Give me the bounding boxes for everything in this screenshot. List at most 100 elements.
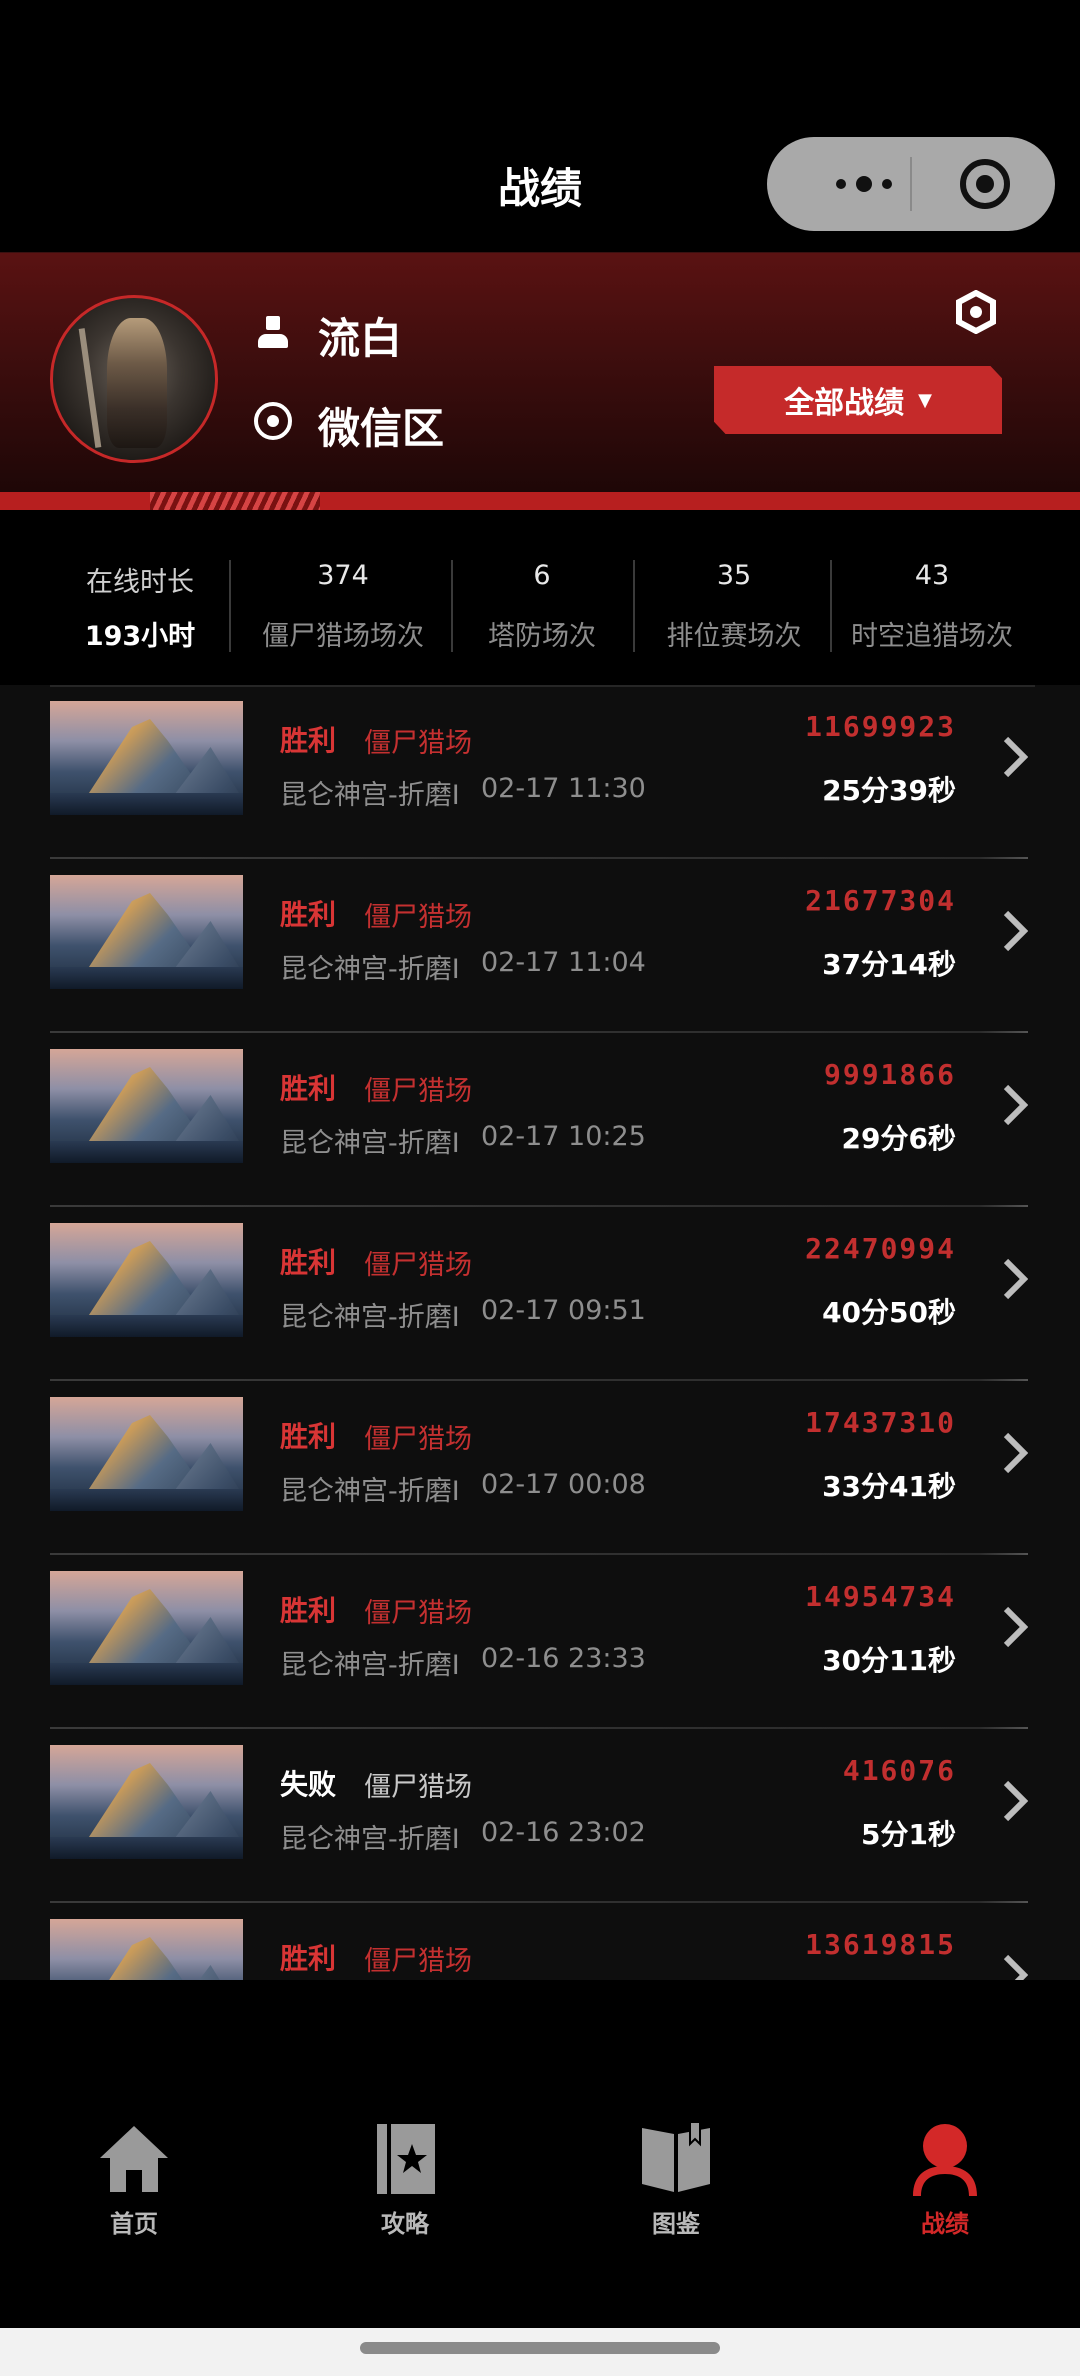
bottom-tab-bar: 首页 攻略 图鉴 战绩	[0, 2070, 1080, 2328]
username: 流白	[318, 314, 403, 363]
match-time: 02-16 23:33	[481, 1643, 646, 1674]
match-result: 胜利	[280, 1942, 337, 1975]
match-result: 胜利	[280, 1420, 337, 1453]
chevron-right-icon	[1003, 1780, 1028, 1822]
match-score: 11699923	[805, 710, 956, 743]
stat-tower-defense: 6 塔防场次	[454, 560, 630, 653]
match-duration: 5分1秒	[861, 1818, 956, 1851]
capsule-divider	[910, 157, 912, 211]
user-icon	[258, 316, 288, 350]
stat-ranked: 35 排位赛场次	[636, 560, 832, 653]
tab-guide[interactable]: 攻略	[315, 2122, 495, 2239]
thumb-ground	[50, 1489, 243, 1511]
game-mode: 僵尸猎场	[364, 1250, 472, 1281]
more-dots-icon	[836, 179, 846, 189]
match-result: 失败	[280, 1768, 337, 1801]
match-score: 13619815	[805, 1928, 956, 1961]
avatar[interactable]	[50, 295, 218, 463]
match-duration: 29分6秒	[841, 1122, 956, 1155]
user-icon-body	[258, 334, 288, 348]
home-icon	[94, 2122, 174, 2196]
stat-label: 在线时长	[86, 567, 194, 598]
map-thumbnail	[50, 875, 243, 989]
all-records-filter-button[interactable]: 全部战绩 ▼	[714, 366, 1002, 434]
match-result: 胜利	[280, 724, 337, 757]
tab-label: 图鉴	[652, 2210, 700, 2238]
more-dots-icon	[882, 179, 892, 189]
match-record-row[interactable]: 失败 僵尸猎场 昆仑神宫-折磨I 02-16 23:02 416076 5分1秒	[0, 1729, 1080, 1903]
tab-records[interactable]: 战绩	[855, 2122, 1035, 2239]
map-name: 昆仑神宫-折磨I	[280, 1302, 460, 1333]
game-mode: 僵尸猎场	[364, 1598, 472, 1629]
chevron-right-icon	[1003, 910, 1028, 952]
stat-divider	[229, 560, 231, 652]
match-record-row[interactable]: 胜利 僵尸猎场 昆仑神宫-折磨I 02-16 23:33 14954734 30…	[0, 1555, 1080, 1729]
match-record-list[interactable]: 胜利 僵尸猎场 昆仑神宫-折磨I 02-17 11:30 11699923 25…	[0, 685, 1080, 1980]
hexagon-settings-icon[interactable]	[955, 290, 997, 334]
chevron-right-icon	[1003, 1432, 1028, 1474]
region-target-icon	[254, 402, 292, 440]
match-result: 胜利	[280, 1072, 337, 1105]
thumb-ground	[50, 793, 243, 815]
match-record-row[interactable]: 胜利 僵尸猎场 昆仑神宫-折磨I 02-17 00:08 17437310 33…	[0, 1381, 1080, 1555]
match-record-row[interactable]: 胜利 僵尸猎场 昆仑神宫-折磨I 02-17 11:30 11699923 25…	[0, 685, 1080, 859]
stat-online-time: 在线时长 193小时	[50, 560, 230, 653]
top-nav-bar: 战绩	[0, 0, 1080, 252]
stat-value: 6	[533, 560, 551, 591]
chevron-right-icon	[1003, 1954, 1028, 1980]
match-time: 02-17 10:25	[481, 1121, 646, 1152]
match-record-row[interactable]: 胜利 僵尸猎场 昆仑神宫-折磨I 02-17 10:25 9991866 29分…	[0, 1033, 1080, 1207]
thumb-ground	[50, 1663, 243, 1685]
stat-value: 374	[317, 560, 369, 591]
match-result: 胜利	[280, 1594, 337, 1627]
stat-value: 43	[914, 560, 950, 591]
user-icon-head	[266, 316, 280, 330]
match-result: 胜利	[280, 1246, 337, 1279]
game-mode: 僵尸猎场	[364, 1076, 472, 1107]
thumb-ground	[50, 1837, 243, 1859]
chevron-right-icon	[1003, 1258, 1028, 1300]
match-time: 02-17 09:51	[481, 1295, 646, 1326]
map-thumbnail	[50, 1049, 243, 1163]
profile-icon	[905, 2122, 985, 2196]
match-score: 17437310	[805, 1406, 956, 1439]
chevron-right-icon	[1003, 1606, 1028, 1648]
guide-book-icon	[365, 2122, 445, 2196]
close-miniprogram-icon[interactable]	[960, 159, 1010, 209]
map-name: 昆仑神宫-折磨I	[280, 780, 460, 811]
game-mode: 僵尸猎场	[364, 728, 472, 759]
home-indicator[interactable]	[360, 2342, 720, 2354]
match-score: 9991866	[823, 1058, 956, 1091]
more-menu-button[interactable]	[809, 167, 919, 201]
tab-home[interactable]: 首页	[44, 2122, 224, 2239]
thumb-mountain	[72, 1937, 222, 1980]
game-mode: 僵尸猎场	[364, 1772, 472, 1803]
match-record-row[interactable]: 胜利 僵尸猎场 昆仑神宫-折磨I 02-17 11:04 21677304 37…	[0, 859, 1080, 1033]
map-thumbnail	[50, 1397, 243, 1511]
match-score: 416076	[842, 1754, 956, 1787]
server-region: 微信区	[318, 404, 445, 453]
stat-label: 塔防场次	[488, 621, 596, 652]
match-duration: 30分11秒	[822, 1644, 956, 1677]
open-book-icon	[636, 2121, 716, 2196]
match-time: 02-17 11:04	[481, 947, 646, 978]
match-time: 02-17 11:30	[481, 773, 646, 804]
match-record-row[interactable]: 胜利 僵尸猎场 13619815	[0, 1903, 1080, 1980]
match-record-row[interactable]: 胜利 僵尸猎场 昆仑神宫-折磨I 02-17 09:51 22470994 40…	[0, 1207, 1080, 1381]
tab-label: 首页	[110, 2210, 158, 2238]
map-name: 昆仑神宫-折磨I	[280, 1476, 460, 1507]
stat-zombie-hunt: 374 僵尸猎场场次	[232, 560, 454, 653]
match-result: 胜利	[280, 898, 337, 931]
avatar-figure	[107, 318, 167, 448]
stat-label: 排位赛场次	[666, 621, 802, 652]
miniprogram-capsule	[767, 137, 1055, 231]
stripe-hatch	[150, 492, 320, 510]
tab-label: 战绩	[921, 2210, 969, 2238]
tab-label: 攻略	[381, 2210, 429, 2238]
chevron-right-icon	[1003, 1084, 1028, 1126]
match-duration: 25分39秒	[822, 774, 956, 807]
tab-gallery[interactable]: 图鉴	[586, 2121, 766, 2239]
stats-summary: 在线时长 193小时 374 僵尸猎场场次 6 塔防场次 35 排位赛场次 43…	[0, 510, 1080, 685]
stat-divider	[451, 560, 453, 652]
map-thumbnail	[50, 1223, 243, 1337]
